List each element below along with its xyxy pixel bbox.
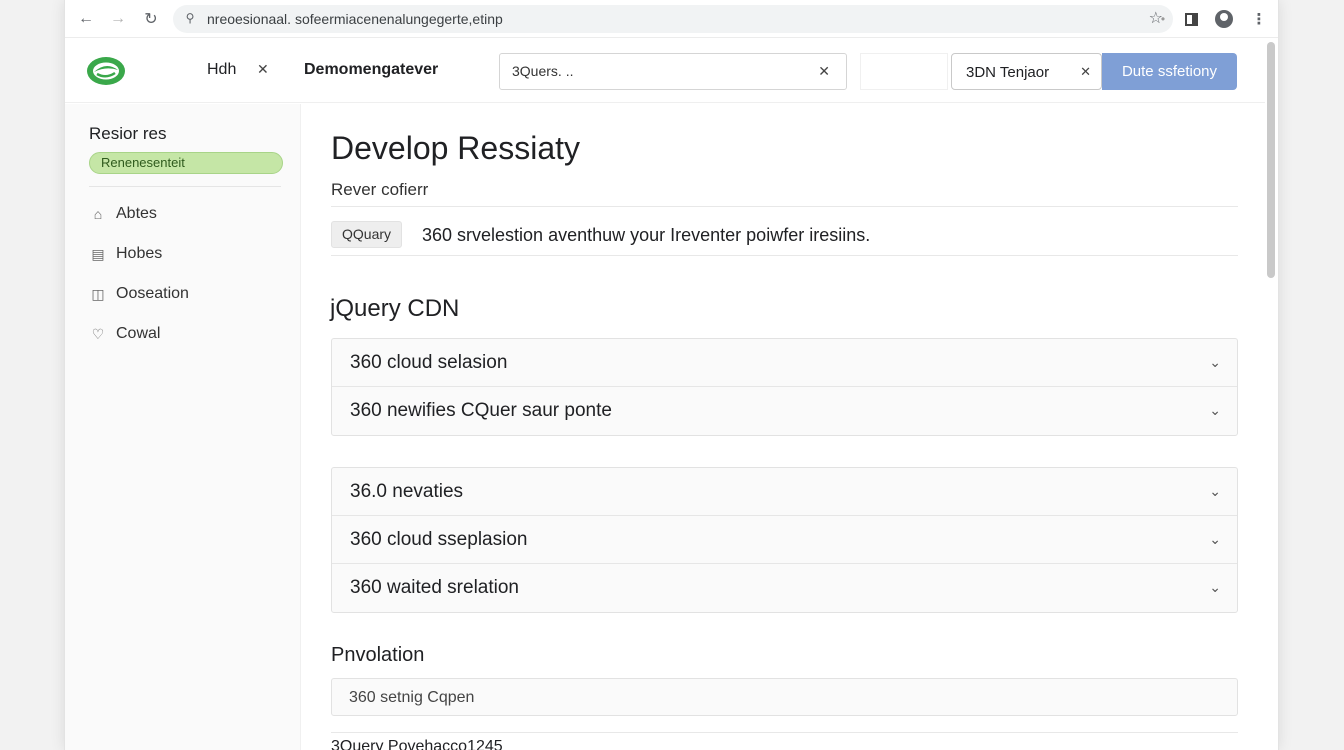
close-icon[interactable]: ✕	[257, 61, 269, 78]
chevron-down-icon[interactable]: ⌄	[1209, 483, 1221, 500]
filter-chip-label: 3DN Tenjaor	[966, 64, 1050, 81]
sidebar-item-label: Hobes	[116, 245, 163, 262]
sidebar-item-abtes[interactable]: ⌂ Abtes	[89, 201, 157, 227]
profile-avatar-icon[interactable]	[1213, 8, 1235, 30]
text-field[interactable]	[331, 678, 1238, 716]
sidebar-item-label: Abtes	[116, 205, 157, 222]
search-field[interactable]: ✕	[499, 53, 847, 90]
document-icon: ▤	[91, 245, 105, 262]
accordion-item[interactable]: 360 cloud sseplasion ⌄	[332, 516, 1237, 564]
accordion-group-2: 36.0 nevaties ⌄ 360 cloud sseplasion ⌄ 3…	[331, 467, 1238, 613]
forward-icon[interactable]: →	[107, 8, 129, 30]
tab-hdh[interactable]: Hdh	[207, 61, 236, 79]
more-options-icon[interactable]: ⋮	[1248, 8, 1270, 30]
code-tag: QQuary	[331, 221, 403, 248]
accordion-item[interactable]: 360 newifies CQuer saur ponte ⌄	[332, 387, 1237, 435]
reload-icon[interactable]: ↻	[140, 8, 162, 30]
sidebar-item-label: Cowal	[116, 325, 161, 342]
sidebar-item-ooseation[interactable]: ◫ Ooseation	[89, 281, 189, 307]
main-content: Develop Ressiaty Rever cofierr QQuary 36…	[302, 104, 1265, 750]
chip-close-icon[interactable]: ✕	[1080, 64, 1091, 80]
chevron-down-icon[interactable]: ⌄	[1209, 531, 1221, 548]
page-subtitle: Rever cofierr	[331, 180, 429, 199]
bell-icon: ♡	[91, 325, 105, 342]
clear-search-icon[interactable]: ✕	[818, 63, 830, 80]
status-badge[interactable]: Renenesenteit	[89, 152, 283, 174]
page-title: Develop Ressiaty	[331, 130, 580, 166]
accordion-group-1: 360 cloud selasion ⌄ 360 newifies CQuer …	[331, 338, 1238, 436]
back-icon[interactable]: ←	[75, 8, 97, 30]
scrollbar[interactable]	[1267, 42, 1275, 278]
divider	[331, 206, 1238, 207]
tag-description: 360 srvelestion aventhuw your Ireventer …	[422, 225, 871, 245]
side-panel-icon[interactable]	[1180, 8, 1202, 30]
chevron-down-icon[interactable]: ⌄	[1209, 402, 1221, 419]
accordion-label: 360 cloud selasion	[350, 352, 508, 373]
browser-window: ← → ↻ ⚲ nreoesionaal. sofeermiacenenalun…	[64, 0, 1279, 750]
secondary-input[interactable]	[860, 53, 948, 90]
accordion-label: 360 waited srelation	[350, 577, 519, 598]
accordion-label: 360 newifies CQuer saur ponte	[350, 400, 612, 421]
address-url[interactable]: nreoesionaal. sofeermiacenenalungegerte,…	[207, 11, 503, 27]
accordion-item[interactable]: 360 waited srelation ⌄	[332, 564, 1237, 612]
search-input[interactable]	[512, 63, 802, 79]
footer-text: 3Query Povehacco1245	[331, 738, 503, 750]
primary-action-button[interactable]: Dute ssfetiony	[1102, 53, 1237, 90]
tab-demomengatever[interactable]: Demomengatever	[304, 61, 438, 79]
chevron-down-icon[interactable]: ⌄	[1209, 579, 1221, 596]
lock-icon: ◫	[91, 285, 105, 302]
accordion-item[interactable]: 360 cloud selasion ⌄	[332, 339, 1237, 387]
app-logo-icon[interactable]	[85, 53, 127, 89]
accordion-label: 360 cloud sseplasion	[350, 529, 528, 550]
sidebar-divider	[89, 186, 281, 187]
extensions-icon[interactable]: •	[1152, 8, 1174, 30]
app-header: Hdh ✕ Demomengatever ✕ 3DN Tenjaor ✕ Dut…	[65, 39, 1265, 103]
section-2-title: Pnvolation	[331, 644, 425, 666]
filter-chip[interactable]: 3DN Tenjaor ✕	[951, 53, 1102, 90]
accordion-label: 36.0 nevaties	[350, 481, 464, 502]
chevron-down-icon[interactable]: ⌄	[1209, 354, 1221, 371]
text-input[interactable]	[349, 689, 1209, 707]
sidebar-item-cowal[interactable]: ♡ Cowal	[89, 321, 161, 347]
divider	[331, 732, 1238, 733]
home-icon: ⌂	[93, 206, 103, 222]
sidebar-title: Resior res	[89, 124, 167, 143]
sidebar-item-label: Ooseation	[116, 285, 189, 302]
address-bar[interactable]: ⚲ nreoesionaal. sofeermiacenenalungegert…	[173, 5, 1173, 33]
browser-toolbar: ← → ↻ ⚲ nreoesionaal. sofeermiacenenalun…	[65, 0, 1278, 38]
accordion-item[interactable]: 36.0 nevaties ⌄	[332, 468, 1237, 516]
divider	[331, 255, 1238, 256]
sidebar-item-hobes[interactable]: ▤ Hobes	[89, 241, 162, 267]
sidebar: Resior res Renenesenteit ⌂ Abtes ▤ Hobes…	[65, 104, 301, 750]
site-info-icon[interactable]: ⚲	[183, 11, 197, 25]
section-title: jQuery CDN	[330, 295, 460, 322]
